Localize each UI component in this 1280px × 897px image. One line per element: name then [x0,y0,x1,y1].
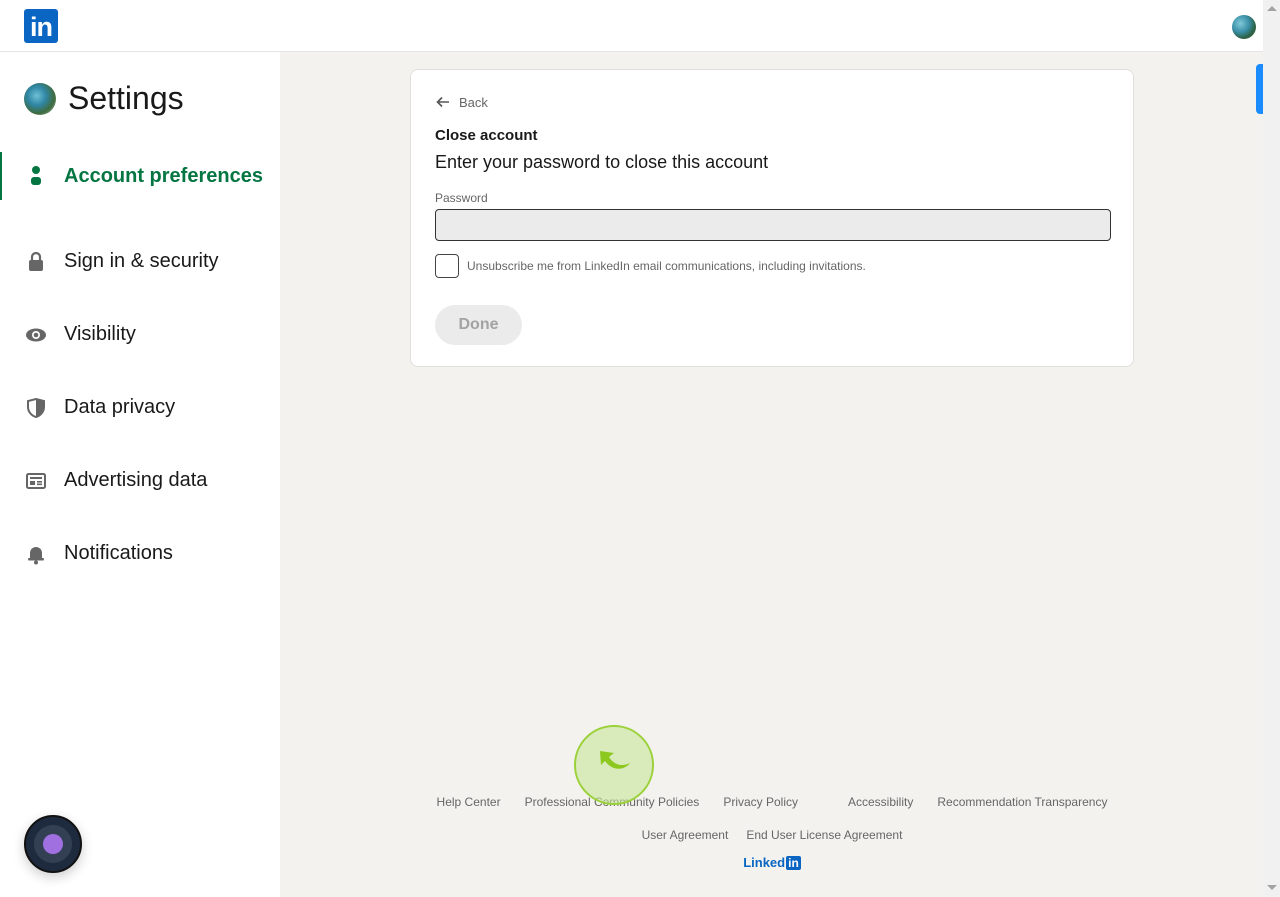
sidebar-item-notifications[interactable]: Notifications [0,517,280,590]
arrow-left-icon [436,96,449,108]
page-scrollbar[interactable] [1263,0,1280,897]
brand-in-box: in [786,855,801,870]
settings-sidebar: Settings Account preferences Sign in & s… [0,52,280,897]
cursor-arrow-icon [600,751,630,769]
unsubscribe-checkbox[interactable] [435,254,459,278]
person-icon [24,164,48,188]
shield-icon [24,396,48,420]
password-label: Password [435,191,488,205]
sidebar-item-label: Visibility [64,323,136,345]
footer-links-row-2: User Agreement End User License Agreemen… [410,828,1134,842]
assistant-bubble[interactable] [24,815,82,873]
unsubscribe-label: Unsubscribe me from LinkedIn email commu… [467,259,866,273]
ad-card-icon [24,469,48,493]
sidebar-item-label: Advertising data [64,469,208,491]
footer-link-eula[interactable]: End User License Agreement [746,828,902,842]
sidebar-item-label: Account preferences [64,164,263,187]
sidebar-item-label: Notifications [64,542,173,564]
footer-link-help-center[interactable]: Help Center [437,795,501,809]
settings-header: Settings [24,80,184,117]
footer-link-accessibility[interactable]: Accessibility [848,795,913,809]
bubble-dot-icon [43,834,63,854]
unsubscribe-row: Unsubscribe me from LinkedIn email commu… [435,254,866,278]
top-nav-bar: in [0,0,1263,52]
password-input[interactable] [435,209,1111,241]
scroll-up-icon[interactable] [1267,6,1277,11]
brand-text: Linked [743,855,786,870]
lock-icon [24,250,48,274]
sidebar-item-advertising-data[interactable]: Advertising data [0,444,280,517]
card-title: Close account [435,127,538,144]
profile-avatar[interactable] [1232,15,1256,39]
card-subtitle: Enter your password to close this accoun… [435,152,769,172]
footer: Help Center Professional Community Polic… [410,795,1134,872]
settings-nav: Account preferences Sign in & security V… [0,152,280,590]
sidebar-item-sign-in-security[interactable]: Sign in & security [0,225,280,298]
scroll-down-icon[interactable] [1267,885,1277,890]
footer-link-privacy-policy[interactable]: Privacy Policy [723,795,798,809]
settings-avatar [24,82,56,115]
back-button[interactable]: Back [435,94,488,110]
sidebar-item-visibility[interactable]: Visibility [0,298,280,371]
footer-link-user-agreement[interactable]: User Agreement [642,828,729,842]
bubble-ring [34,825,72,863]
eye-icon [24,323,48,347]
cursor-highlight [574,725,654,805]
sidebar-item-account-preferences[interactable]: Account preferences [0,152,280,200]
done-button[interactable]: Done [435,305,522,345]
sidebar-item-label: Sign in & security [64,250,219,272]
page-title: Settings [68,80,184,116]
bell-icon [24,542,48,566]
footer-linkedin-logo: Linked in [743,855,801,870]
linkedin-logo[interactable]: in [24,9,58,43]
footer-links-row-1: Help Center Professional Community Polic… [410,795,1134,809]
sidebar-item-label: Data privacy [64,396,176,418]
sidebar-item-data-privacy[interactable]: Data privacy [0,371,280,444]
back-label: Back [459,94,488,110]
close-account-card: Back Close account Enter your password t… [410,69,1134,367]
footer-link-recommendation-transparency[interactable]: Recommendation Transparency [937,795,1107,809]
